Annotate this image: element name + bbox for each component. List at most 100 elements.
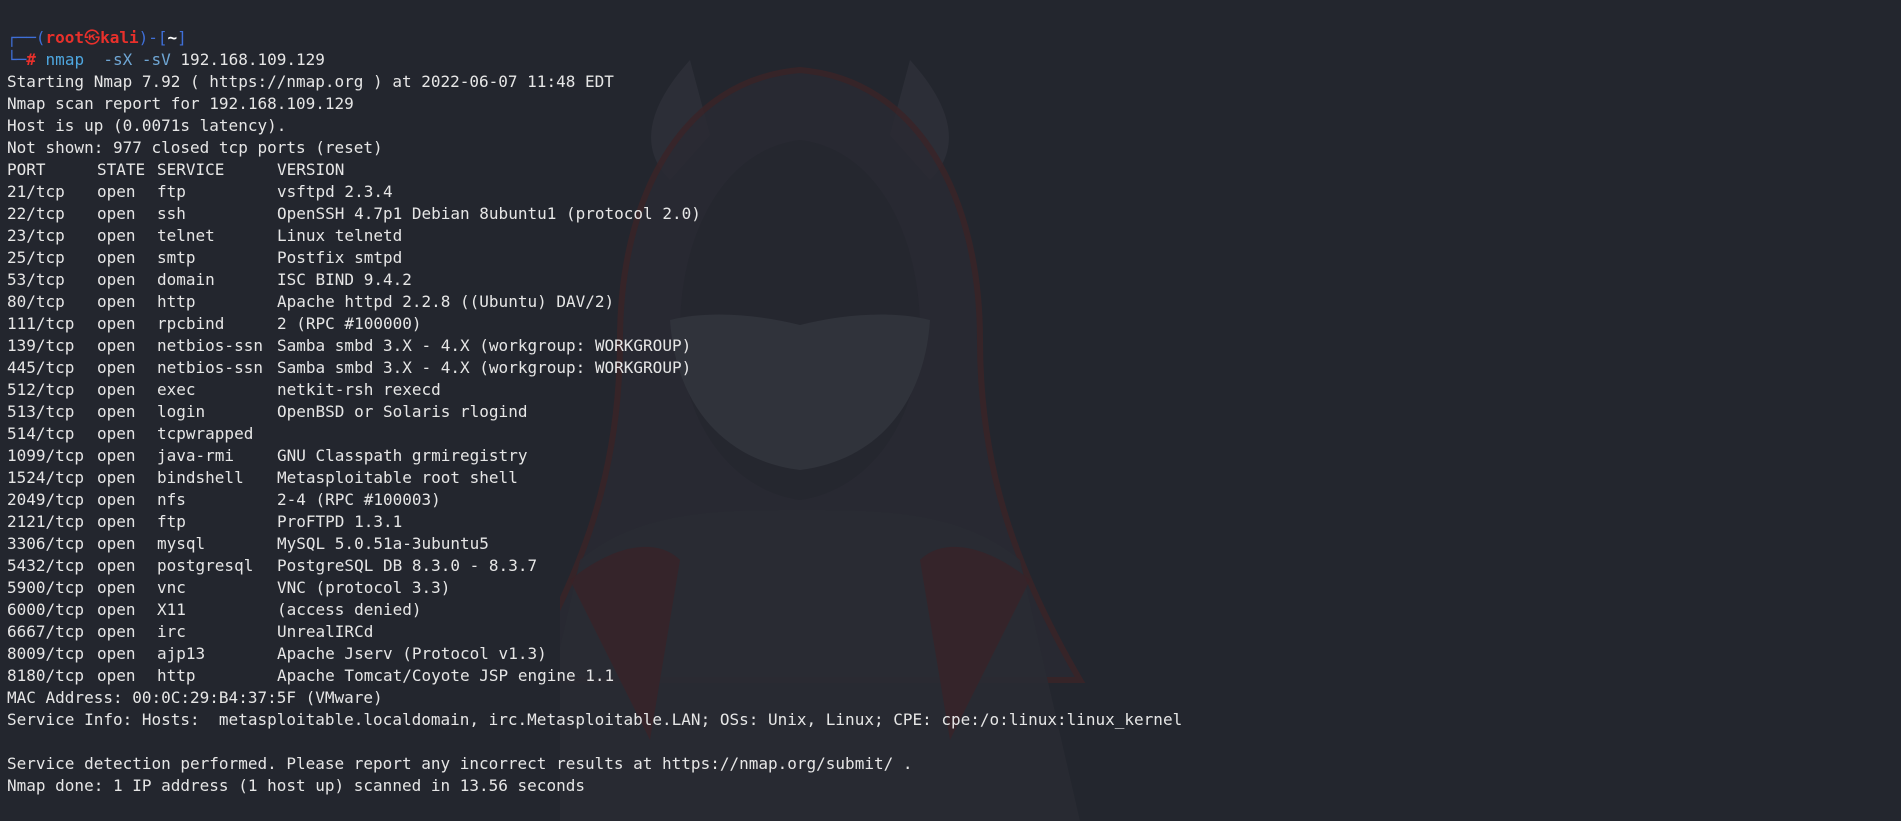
prompt-line-command: └─# nmap -sX -sV 192.168.109.129	[7, 49, 1182, 71]
table-row: 445/tcp open netbios-ssn Samba smbd 3.X - 4…	[7, 357, 1182, 379]
service-cell: exec	[157, 380, 196, 399]
table-row: 6000/tcp open X11 (access denied)	[7, 599, 1182, 621]
state-cell: open	[97, 644, 136, 663]
port-cell: 3306/tcp	[7, 534, 85, 553]
prompt-host: kali	[100, 28, 139, 47]
port-cell: 23/tcp	[7, 226, 65, 245]
service-cell: X11	[157, 600, 186, 619]
footer-line: MAC Address: 00:0C:29:B4:37:5F (VMware)	[7, 688, 383, 707]
table-row: 22/tcp open ssh OpenSSH 4.7p1 Debian 8ubunt…	[7, 203, 1182, 225]
service-cell: postgresql	[157, 556, 254, 575]
version-cell: Metasploitable root shell	[277, 468, 518, 487]
port-cell: 5432/tcp	[7, 556, 85, 575]
table-row: 1524/tcp open bindshell Metasploitable root…	[7, 467, 1182, 489]
table-row: 513/tcp open login OpenBSD or Solaris rlogi…	[7, 401, 1182, 423]
port-cell: 5900/tcp	[7, 578, 85, 597]
table-row: 3306/tcp open mysql MySQL 5.0.51a-3ubuntu5	[7, 533, 1182, 555]
state-cell: open	[97, 358, 136, 377]
prompt-at-icon: ㉿	[84, 28, 101, 47]
table-row: 21/tcp open ftp vsftpd 2.3.4	[7, 181, 1182, 203]
port-cell: 8180/tcp	[7, 666, 85, 685]
state-cell: open	[97, 314, 136, 333]
port-cell: 445/tcp	[7, 358, 75, 377]
version-cell: vsftpd 2.3.4	[277, 182, 393, 201]
version-cell: Postfix smtpd	[277, 248, 403, 267]
version-cell: Samba smbd 3.X - 4.X (workgroup: WORKGRO…	[277, 336, 692, 355]
state-cell: open	[97, 402, 136, 421]
service-cell: ssh	[157, 204, 186, 223]
port-cell: 2049/tcp	[7, 490, 85, 509]
state-cell: open	[97, 380, 136, 399]
service-cell: rpcbind	[157, 314, 225, 333]
state-cell: open	[97, 556, 136, 575]
header-line: Starting Nmap 7.92 ( https://nmap.org ) …	[7, 72, 614, 91]
version-cell: netkit-rsh rexecd	[277, 380, 441, 399]
state-cell: open	[97, 446, 136, 465]
state-cell: open	[97, 490, 136, 509]
port-cell: 1524/tcp	[7, 468, 85, 487]
state-cell: open	[97, 336, 136, 355]
command-target: 192.168.109.129	[180, 50, 325, 69]
service-cell: netbios-ssn	[157, 336, 263, 355]
command-flags: -sX -sV	[103, 50, 171, 69]
state-cell: open	[97, 292, 136, 311]
service-cell: netbios-ssn	[157, 358, 263, 377]
prompt-line-top: ┌──(root㉿kali)-[~]	[7, 27, 1182, 49]
service-cell: tcpwrapped	[157, 424, 254, 443]
port-table: 21/tcp open ftp vsftpd 2.3.4 22/tcp open ssh Op…	[7, 181, 1182, 687]
port-cell: 1099/tcp	[7, 446, 85, 465]
service-cell: smtp	[157, 248, 196, 267]
port-cell: 6667/tcp	[7, 622, 85, 641]
column-version: VERSION	[277, 160, 345, 179]
port-cell: 8009/tcp	[7, 644, 85, 663]
state-cell: open	[97, 578, 136, 597]
state-cell: open	[97, 270, 136, 289]
terminal-window[interactable]: ┌──(root㉿kali)-[~] └─# nmap -sX -sV 192.…	[0, 0, 1901, 821]
table-row: 2049/tcp open nfs 2-4 (RPC #100003)	[7, 489, 1182, 511]
version-cell: OpenBSD or Solaris rlogind	[277, 402, 528, 421]
scan-header: Starting Nmap 7.92 ( https://nmap.org ) …	[7, 71, 1182, 159]
state-cell: open	[97, 512, 136, 531]
table-row: 80/tcp open http Apache httpd 2.2.8 ((Ubunt…	[7, 291, 1182, 313]
service-cell: telnet	[157, 226, 215, 245]
prompt-corner-bottom: └─	[7, 50, 27, 69]
prompt-path: ~	[167, 28, 178, 47]
version-cell: Apache Tomcat/Coyote JSP engine 1.1	[277, 666, 615, 685]
port-cell: 22/tcp	[7, 204, 65, 223]
version-cell: GNU Classpath grmiregistry	[277, 446, 528, 465]
prompt-hash: #	[26, 50, 36, 69]
port-cell: 512/tcp	[7, 380, 75, 399]
header-line: Host is up (0.0071s latency).	[7, 116, 287, 135]
prompt-separator: )-[	[138, 28, 168, 47]
version-cell: OpenSSH 4.7p1 Debian 8ubuntu1 (protocol …	[277, 204, 701, 223]
service-cell: ajp13	[157, 644, 206, 663]
version-cell: Apache Jserv (Protocol v1.3)	[277, 644, 547, 663]
state-cell: open	[97, 600, 136, 619]
port-cell: 513/tcp	[7, 402, 75, 421]
version-cell: 2 (RPC #100000)	[277, 314, 422, 333]
command-name: nmap	[45, 50, 85, 69]
version-cell: VNC (protocol 3.3)	[277, 578, 451, 597]
table-row: 2121/tcp open ftp ProFTPD 1.3.1	[7, 511, 1182, 533]
version-cell: MySQL 5.0.51a-3ubuntu5	[277, 534, 489, 553]
state-cell: open	[97, 666, 136, 685]
table-header: PORT STATE SERVICE VERSION	[7, 159, 1182, 181]
service-cell: bindshell	[157, 468, 244, 487]
table-row: 8009/tcp open ajp13 Apache Jserv (Protocol …	[7, 643, 1182, 665]
port-cell: 21/tcp	[7, 182, 65, 201]
header-line: Not shown: 977 closed tcp ports (reset)	[7, 138, 383, 157]
version-cell: Apache httpd 2.2.8 ((Ubuntu) DAV/2)	[277, 292, 615, 311]
footer-line: Service Info: Hosts: metasploitable.loca…	[7, 710, 1183, 729]
state-cell: open	[97, 182, 136, 201]
version-cell: Linux telnetd	[277, 226, 403, 245]
table-row: 53/tcp open domain ISC BIND 9.4.2	[7, 269, 1182, 291]
header-line: Nmap scan report for 192.168.109.129	[7, 94, 354, 113]
table-row: 5432/tcp open postgresql PostgreSQL DB 8.3.…	[7, 555, 1182, 577]
version-cell: PostgreSQL DB 8.3.0 - 8.3.7	[277, 556, 538, 575]
table-row: 514/tcp open tcpwrapped	[7, 423, 1182, 445]
port-cell: 6000/tcp	[7, 600, 85, 619]
table-row: 5900/tcp open vnc VNC (protocol 3.3)	[7, 577, 1182, 599]
version-cell: ProFTPD 1.3.1	[277, 512, 403, 531]
table-row: 25/tcp open smtp Postfix smtpd	[7, 247, 1182, 269]
port-cell: 111/tcp	[7, 314, 75, 333]
